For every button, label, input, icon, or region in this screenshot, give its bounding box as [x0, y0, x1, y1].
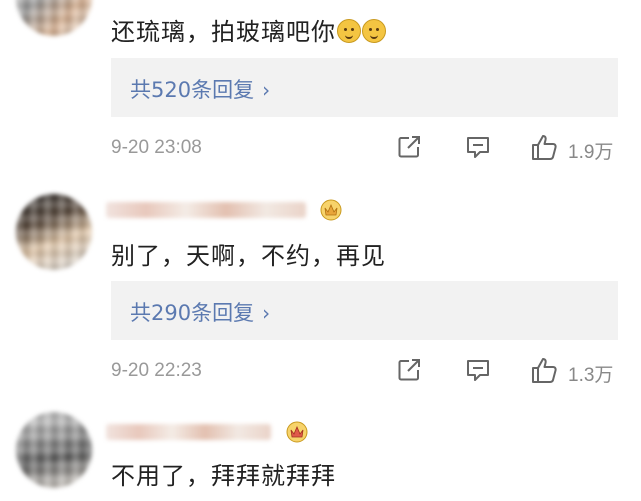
avatar[interactable] — [16, 194, 92, 270]
timestamp: 9-20 22:23 — [111, 360, 202, 381]
replies-label: 共520条回复 — [130, 78, 255, 102]
comment-icon[interactable] — [465, 357, 491, 383]
doge-emoji-icon — [362, 19, 386, 43]
thumbs-up-icon[interactable] — [529, 132, 559, 162]
comment-text: 还琉璃，拍玻璃吧你 — [111, 12, 386, 47]
view-replies-link[interactable]: 共520条回复 › — [130, 74, 270, 104]
comment-feed: 还琉璃，拍玻璃吧你 共520条回复 › 9-20 23:08 1.9万 别了，天… — [0, 0, 641, 501]
replies-box: 共290条回复 › — [111, 281, 618, 340]
comment-text: 不用了，拜拜就拜拜 — [111, 462, 336, 490]
replies-box: 共520条回复 › — [111, 58, 618, 117]
doge-emoji-icon — [337, 19, 361, 43]
comment-meta-row: 9-20 23:08 1.9万 — [0, 133, 641, 163]
replies-label: 共290条回复 — [130, 301, 255, 325]
comment-meta-row: 9-20 22:23 1.3万 — [0, 356, 641, 386]
thumbs-up-icon[interactable] — [529, 355, 559, 385]
username-blurred[interactable] — [106, 424, 271, 440]
comment-text-content: 还琉璃，拍玻璃吧你 — [111, 18, 336, 46]
avatar[interactable] — [16, 412, 92, 488]
vip-crown-icon — [284, 418, 310, 444]
chevron-right-icon: › — [262, 78, 271, 102]
vip-crown-icon — [318, 196, 344, 222]
share-icon[interactable] — [396, 134, 422, 160]
comment-text: 别了，天啊，不约，再见 — [111, 242, 386, 270]
view-replies-link[interactable]: 共290条回复 › — [130, 297, 270, 327]
like-count: 1.3万 — [568, 365, 614, 386]
username-blurred[interactable] — [106, 202, 306, 218]
timestamp: 9-20 23:08 — [111, 137, 202, 158]
comment-icon[interactable] — [465, 134, 491, 160]
like-count: 1.9万 — [568, 142, 614, 163]
share-icon[interactable] — [396, 357, 422, 383]
chevron-right-icon: › — [262, 301, 271, 325]
avatar[interactable] — [16, 0, 92, 36]
